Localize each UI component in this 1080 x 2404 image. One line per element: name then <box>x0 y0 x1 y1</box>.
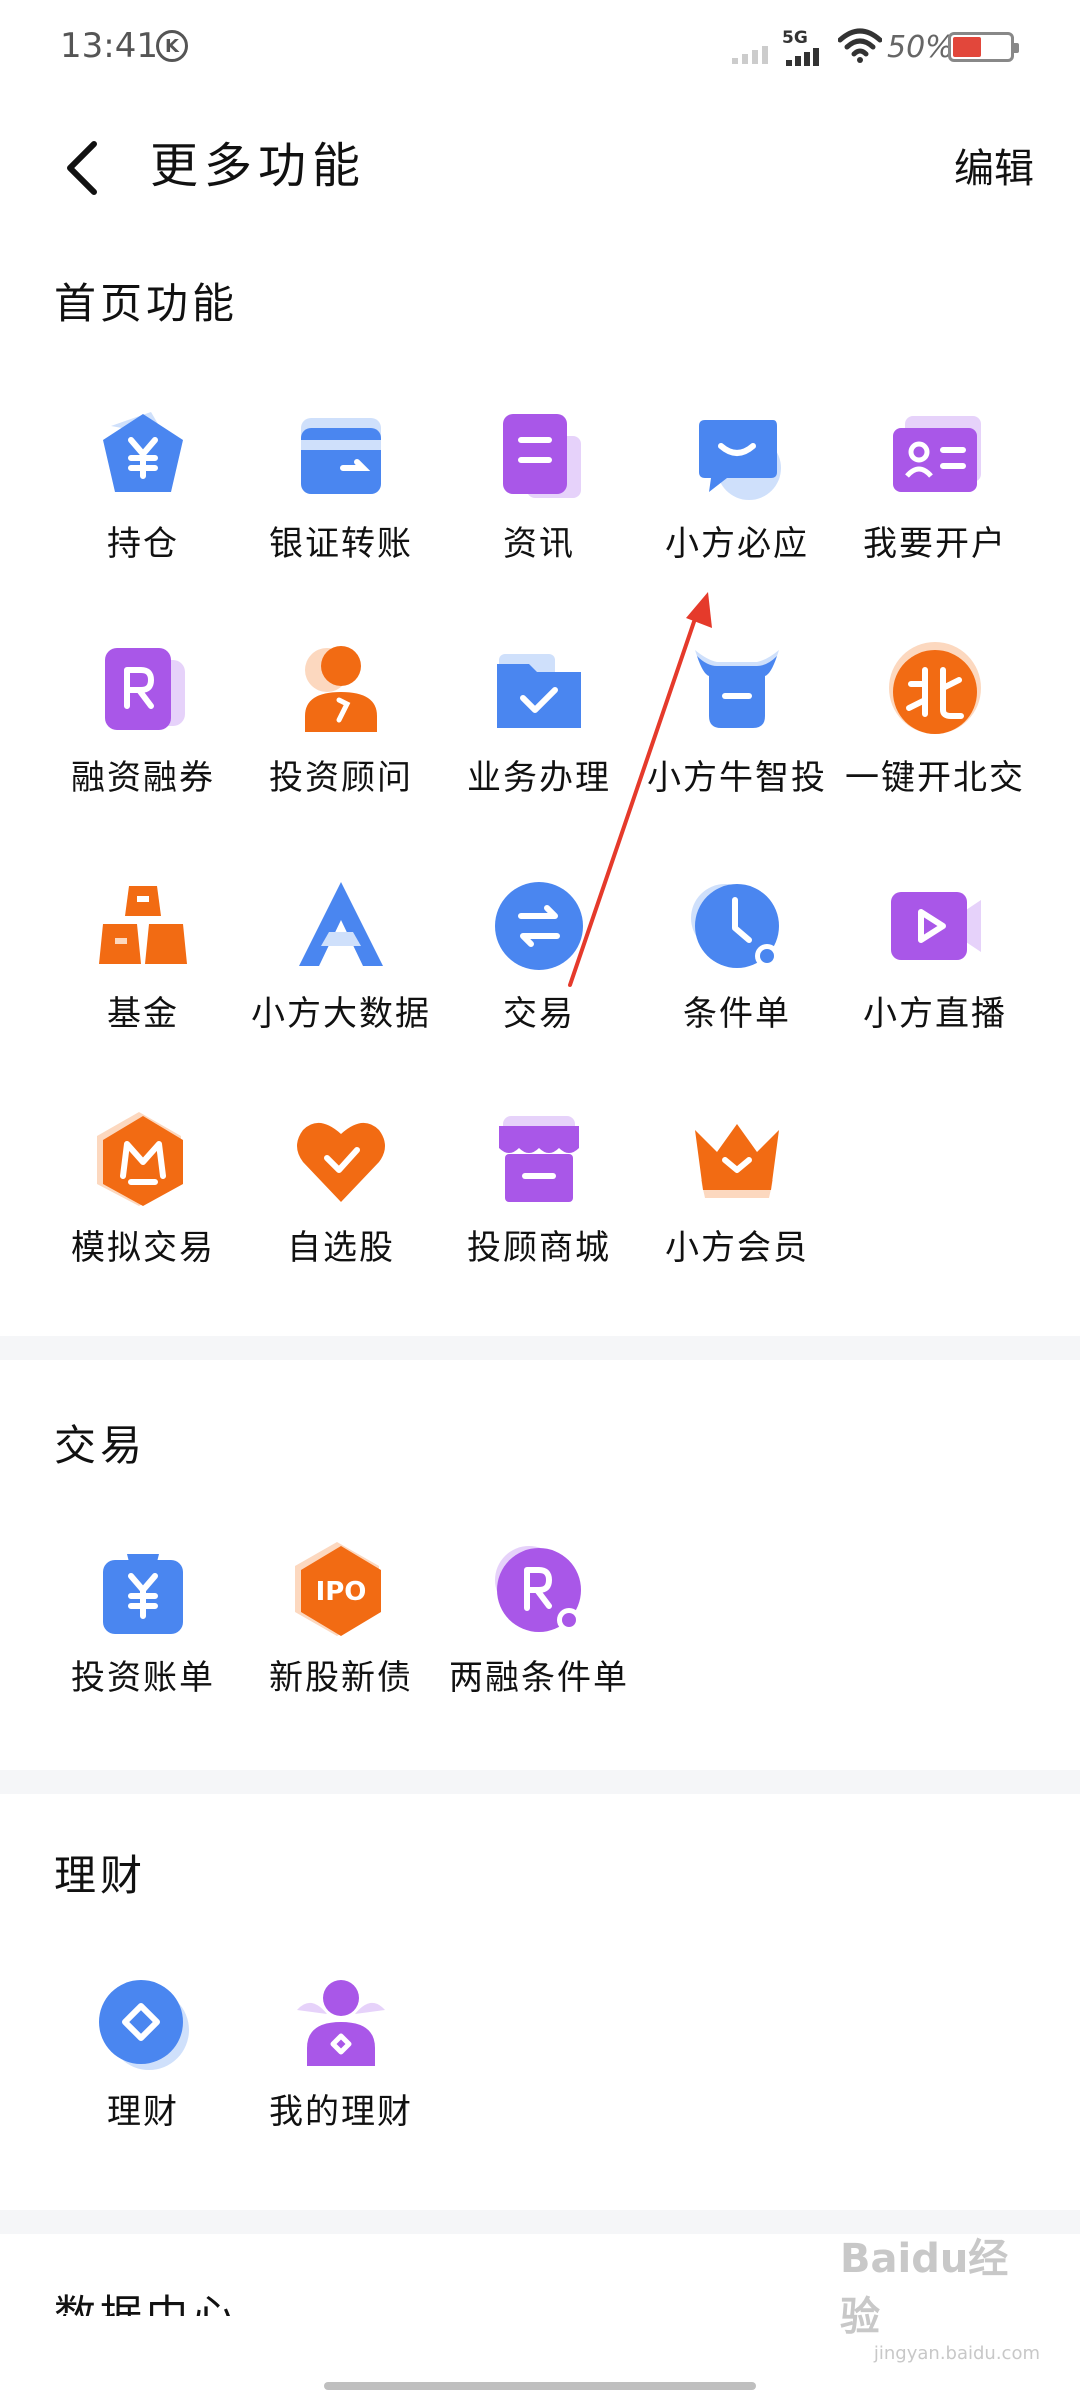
grid-item-news[interactable]: 资讯 <box>440 406 638 586</box>
yuan-bill-icon <box>103 1554 183 1634</box>
section-divider <box>0 1770 1080 1794</box>
grid-item-business[interactable]: 业务办理 <box>440 640 638 820</box>
m-hexagon-icon <box>97 1112 183 1206</box>
watermark-text: Baidu经验 <box>840 2236 1009 2340</box>
section-title-trade: 交易 <box>54 1421 147 1470</box>
header: 更多功能 编辑 <box>0 96 1080 236</box>
section-wealth: 理财 理财 我的理财 <box>0 1794 1080 2210</box>
gold-bars-icon <box>99 886 187 964</box>
network-type: 5G <box>782 28 808 48</box>
grid-item-advisor-mall[interactable]: 投顾商城 <box>440 1110 638 1290</box>
grid-item-conditional-order[interactable]: 条件单 <box>638 876 836 1056</box>
edit-button[interactable]: 编辑 <box>954 136 1034 194</box>
grid-item-investment-advisor[interactable]: 投资顾问 <box>242 640 440 820</box>
id-card-icon <box>893 416 981 492</box>
bank-card-icon <box>301 418 381 494</box>
chevron-left-icon <box>67 141 97 195</box>
battery-percent: 50% <box>887 30 954 65</box>
heart-check-icon <box>297 1122 385 1202</box>
store-icon <box>499 1116 579 1202</box>
status-time: 13:41 <box>60 26 158 66</box>
advisor-person-icon <box>305 646 377 732</box>
ipo-hexagon-icon: IPO <box>295 1542 381 1636</box>
grid-item-margin-trading[interactable]: 融资融券 <box>44 640 242 820</box>
watermark-sub: jingyan.baidu.com <box>873 2343 1040 2364</box>
grid-item-label: 我的理财 <box>269 2092 413 2132</box>
grid-item-big-data[interactable]: 小方大数据 <box>242 876 440 1056</box>
r-clock-icon <box>495 1546 581 1632</box>
grid-item-investment-statement[interactable]: 投资账单 <box>44 1540 242 1720</box>
yuan-pentagon-icon <box>103 412 183 492</box>
section-home: 首页功能 持仓 银证转账 资讯 小方必应 我要开户 融资融券 投资顾问 业务办理… <box>0 236 1080 1336</box>
grid-item-ipo[interactable]: IPO 新股新债 <box>242 1540 440 1720</box>
wifi-icon <box>838 28 882 63</box>
watermark-logo: Baidu经验 jingyan.baidu.com <box>840 2236 1040 2364</box>
signal-weak-icon <box>732 44 768 64</box>
diamond-circle-icon <box>99 1980 189 2070</box>
section-trade: 交易 投资账单 IPO 新股新债 两融条件单 <box>0 1360 1080 1770</box>
grid-item-label: 两融条件单 <box>449 1658 629 1698</box>
grid-item-open-account[interactable]: 我要开户 <box>836 406 1034 586</box>
grid-item-label: 小方会员 <box>665 1228 809 1268</box>
battery-icon <box>948 32 1019 62</box>
signal-5g-icon: 5G <box>782 28 828 66</box>
grid-item-bse-account[interactable]: 一键开北交 <box>836 640 1034 820</box>
grid-item-label: 一键开北交 <box>845 758 1025 798</box>
wealth-person-icon <box>297 1980 385 2066</box>
grid-item-label: 小方直播 <box>863 994 1007 1034</box>
page-title: 更多功能 <box>150 138 367 194</box>
grid-item-trade[interactable]: 交易 <box>440 876 638 1056</box>
data-a-icon <box>299 882 383 966</box>
section-title-data-center: 数据中心 <box>54 2291 239 2316</box>
bull-icon <box>695 650 779 728</box>
grid-item-bull-smart-invest[interactable]: 小方牛智投 <box>638 640 836 820</box>
grid-item-my-wealth[interactable]: 我的理财 <box>242 1974 440 2154</box>
folder-check-icon <box>497 654 581 728</box>
home-indicator[interactable] <box>324 2382 756 2390</box>
grid-item-watchlist[interactable]: 自选股 <box>242 1110 440 1290</box>
carrier-badge-icon: K <box>156 30 188 62</box>
chat-bubble-icon <box>699 420 781 500</box>
section-title-wealth: 理财 <box>54 1851 147 1900</box>
grid-item-xiaofang-assistant[interactable]: 小方必应 <box>638 406 836 586</box>
section-title-home: 首页功能 <box>54 279 239 328</box>
grid-item-membership[interactable]: 小方会员 <box>638 1110 836 1290</box>
news-doc-icon <box>503 414 581 498</box>
grid-item-wealth[interactable]: 理财 <box>44 1974 242 2154</box>
grid-item-bank-transfer[interactable]: 银证转账 <box>242 406 440 586</box>
crown-icon <box>695 1124 779 1198</box>
section-divider <box>0 1336 1080 1360</box>
grid-item-simulated-trading[interactable]: 模拟交易 <box>44 1110 242 1290</box>
grid-item-margin-conditional[interactable]: 两融条件单 <box>440 1540 638 1720</box>
back-button[interactable] <box>52 136 112 200</box>
live-play-icon <box>891 892 981 960</box>
bei-circle-icon <box>889 642 981 734</box>
clock-icon <box>691 884 779 968</box>
grid-item-holdings[interactable]: 持仓 <box>44 406 242 586</box>
svg-text:IPO: IPO <box>316 1577 367 1607</box>
swap-arrows-icon <box>495 882 583 970</box>
grid-item-fund[interactable]: 基金 <box>44 876 242 1056</box>
r-card-icon <box>105 648 185 730</box>
status-bar: 13:41 K 5G 50% <box>0 0 1080 96</box>
grid-item-label: 我要开户 <box>863 524 1007 564</box>
grid-item-live[interactable]: 小方直播 <box>836 876 1034 1056</box>
